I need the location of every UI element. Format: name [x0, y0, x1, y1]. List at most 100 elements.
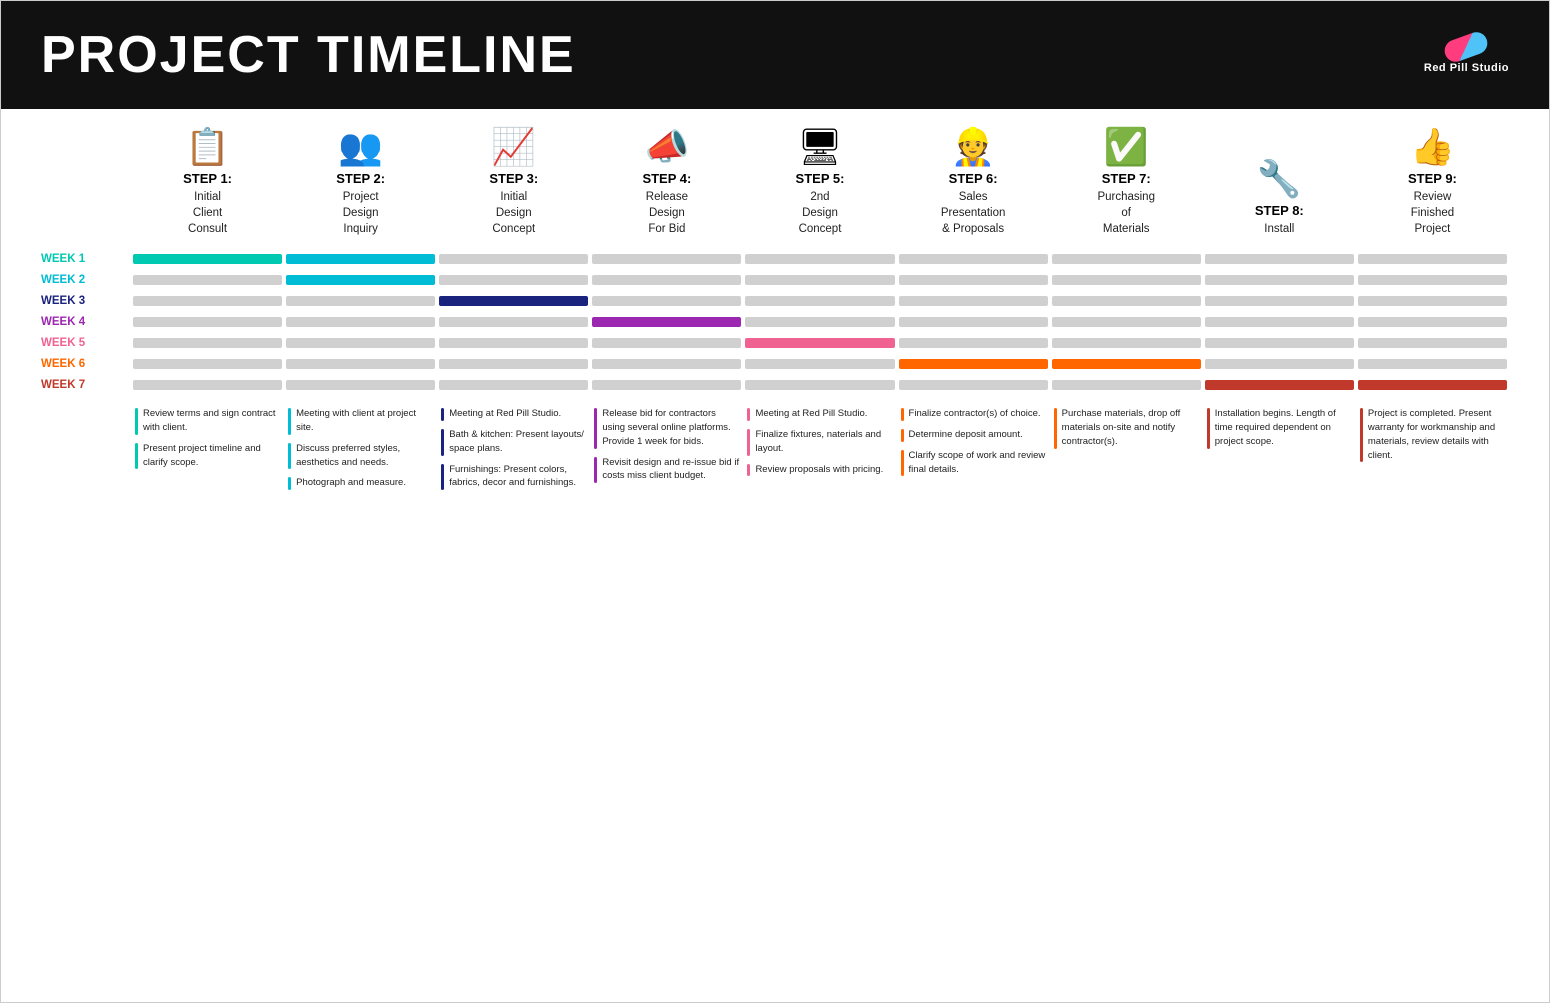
bar-cell: [1358, 275, 1507, 285]
step3-icon: 📈: [491, 129, 536, 165]
bar-cell: [592, 296, 741, 306]
note-text: Photograph and measure.: [296, 476, 433, 490]
bar-cell: [745, 275, 894, 285]
step6-icon: 👷: [951, 129, 996, 165]
step6-desc: SalesPresentation& Proposals: [941, 189, 1006, 237]
note-bar-indicator: [1360, 408, 1363, 462]
note-bar-indicator: [594, 457, 597, 484]
bar-cell: [286, 338, 435, 348]
week-label: WEEK 5: [41, 337, 131, 349]
timeline-bars: [131, 254, 1509, 264]
step7-label: STEP 7:: [1102, 171, 1151, 186]
bar-cell: [286, 296, 435, 306]
bar-cell: [899, 275, 1048, 285]
note-bar-indicator: [1207, 408, 1210, 448]
note-bar-indicator: [288, 443, 291, 470]
note-bar-indicator: [747, 429, 750, 456]
bar-cell: [592, 359, 741, 369]
timeline-bars: [131, 359, 1509, 369]
timeline-row-week5: WEEK 5: [41, 335, 1509, 351]
timeline-bars: [131, 317, 1509, 327]
bar-cell: [745, 380, 894, 390]
step9-label: STEP 9:: [1408, 171, 1457, 186]
step8-desc: Install: [1264, 221, 1294, 237]
step1-icon: 📋: [185, 129, 230, 165]
timeline-section: WEEK 1WEEK 2WEEK 3WEEK 4WEEK 5WEEK 6WEEK…: [41, 251, 1509, 393]
note-text: Bath & kitchen: Present layouts/ space p…: [449, 428, 586, 456]
step1-label: STEP 1:: [183, 171, 232, 186]
note-item: Installation begins. Length of time requ…: [1207, 407, 1352, 448]
timeline-row-week3: WEEK 3: [41, 293, 1509, 309]
step-col-step4: 📣STEP 4:ReleaseDesignFor Bid: [590, 129, 743, 237]
timeline-bars: [131, 338, 1509, 348]
bar-cell: [1358, 338, 1507, 348]
bar-cell: [592, 338, 741, 348]
week-label: WEEK 4: [41, 316, 131, 328]
step9-desc: ReviewFinishedProject: [1411, 189, 1454, 237]
step-col-step2: 👥STEP 2:ProjectDesignInquiry: [284, 129, 437, 237]
timeline-row-week4: WEEK 4: [41, 314, 1509, 330]
note-col-0: Review terms and sign contract with clie…: [131, 407, 284, 982]
logo-text: Red Pill Studio: [1424, 62, 1509, 74]
step5-label: STEP 5:: [796, 171, 845, 186]
bar-cell: [133, 254, 282, 264]
step2-label: STEP 2:: [336, 171, 385, 186]
bar-cell: [286, 254, 435, 264]
note-bar-indicator: [135, 408, 138, 435]
step3-desc: InitialDesignConcept: [492, 189, 535, 237]
bar-cell: [899, 380, 1048, 390]
note-text: Furnishings: Present colors, fabrics, de…: [449, 463, 586, 491]
bar-cell: [1358, 359, 1507, 369]
step-col-step3: 📈STEP 3:InitialDesignConcept: [437, 129, 590, 237]
bar-cell: [899, 296, 1048, 306]
step4-icon: 📣: [644, 129, 689, 165]
note-text: Release bid for contractors using severa…: [602, 407, 739, 448]
note-col-1: Meeting with client at project site.Disc…: [284, 407, 437, 982]
note-col-4: Meeting at Red Pill Studio. Finalize fixt…: [743, 407, 896, 982]
bar-cell: [1052, 380, 1201, 390]
step7-icon: ✅: [1104, 129, 1149, 165]
note-item: Photograph and measure.: [288, 476, 433, 490]
note-text: Meeting at Red Pill Studio.: [755, 407, 892, 421]
week-label: WEEK 6: [41, 358, 131, 370]
bar-cell: [899, 254, 1048, 264]
note-col-5: Finalize contractor(s) of choice.Determi…: [897, 407, 1050, 982]
bar-cell: [1205, 359, 1354, 369]
bar-cell: [1052, 338, 1201, 348]
bar-cell: [1205, 254, 1354, 264]
note-item: Meeting at Red Pill Studio.: [441, 407, 586, 421]
bar-cell: [133, 296, 282, 306]
timeline-bars: [131, 380, 1509, 390]
bar-cell: [439, 275, 588, 285]
note-item: Release bid for contractors using severa…: [594, 407, 739, 448]
step4-label: STEP 4:: [642, 171, 691, 186]
bar-cell: [1052, 296, 1201, 306]
bar-cell: [899, 338, 1048, 348]
bar-cell: [133, 338, 282, 348]
steps-row: 📋STEP 1:InitialClientConsult👥STEP 2:Proj…: [41, 129, 1509, 237]
note-bar-indicator: [901, 408, 904, 421]
bar-cell: [1205, 380, 1354, 390]
bar-cell: [1358, 296, 1507, 306]
bar-cell: [439, 317, 588, 327]
bar-cell: [1052, 359, 1201, 369]
note-item: Purchase materials, drop off materials o…: [1054, 407, 1199, 448]
bar-cell: [1205, 275, 1354, 285]
step8-label: STEP 8:: [1255, 203, 1304, 218]
step2-icon: 👥: [338, 129, 383, 165]
timeline-bars: [131, 275, 1509, 285]
note-text: Determine deposit amount.: [909, 428, 1046, 442]
bar-cell: [439, 359, 588, 369]
week-label: WEEK 7: [41, 379, 131, 391]
note-bar-indicator: [441, 408, 444, 421]
step8-icon: 🔧: [1257, 161, 1302, 197]
note-item: Finalize fixtures, naterials and layout.: [747, 428, 892, 456]
step-col-step6: 👷STEP 6:SalesPresentation& Proposals: [897, 129, 1050, 237]
timeline-bars: [131, 296, 1509, 306]
step-col-step9: 👍STEP 9:ReviewFinishedProject: [1356, 129, 1509, 237]
bar-cell: [1358, 254, 1507, 264]
note-text: Revisit design and re-issue bid if costs…: [602, 456, 739, 484]
bar-cell: [286, 380, 435, 390]
bar-cell: [745, 296, 894, 306]
bar-cell: [899, 317, 1048, 327]
